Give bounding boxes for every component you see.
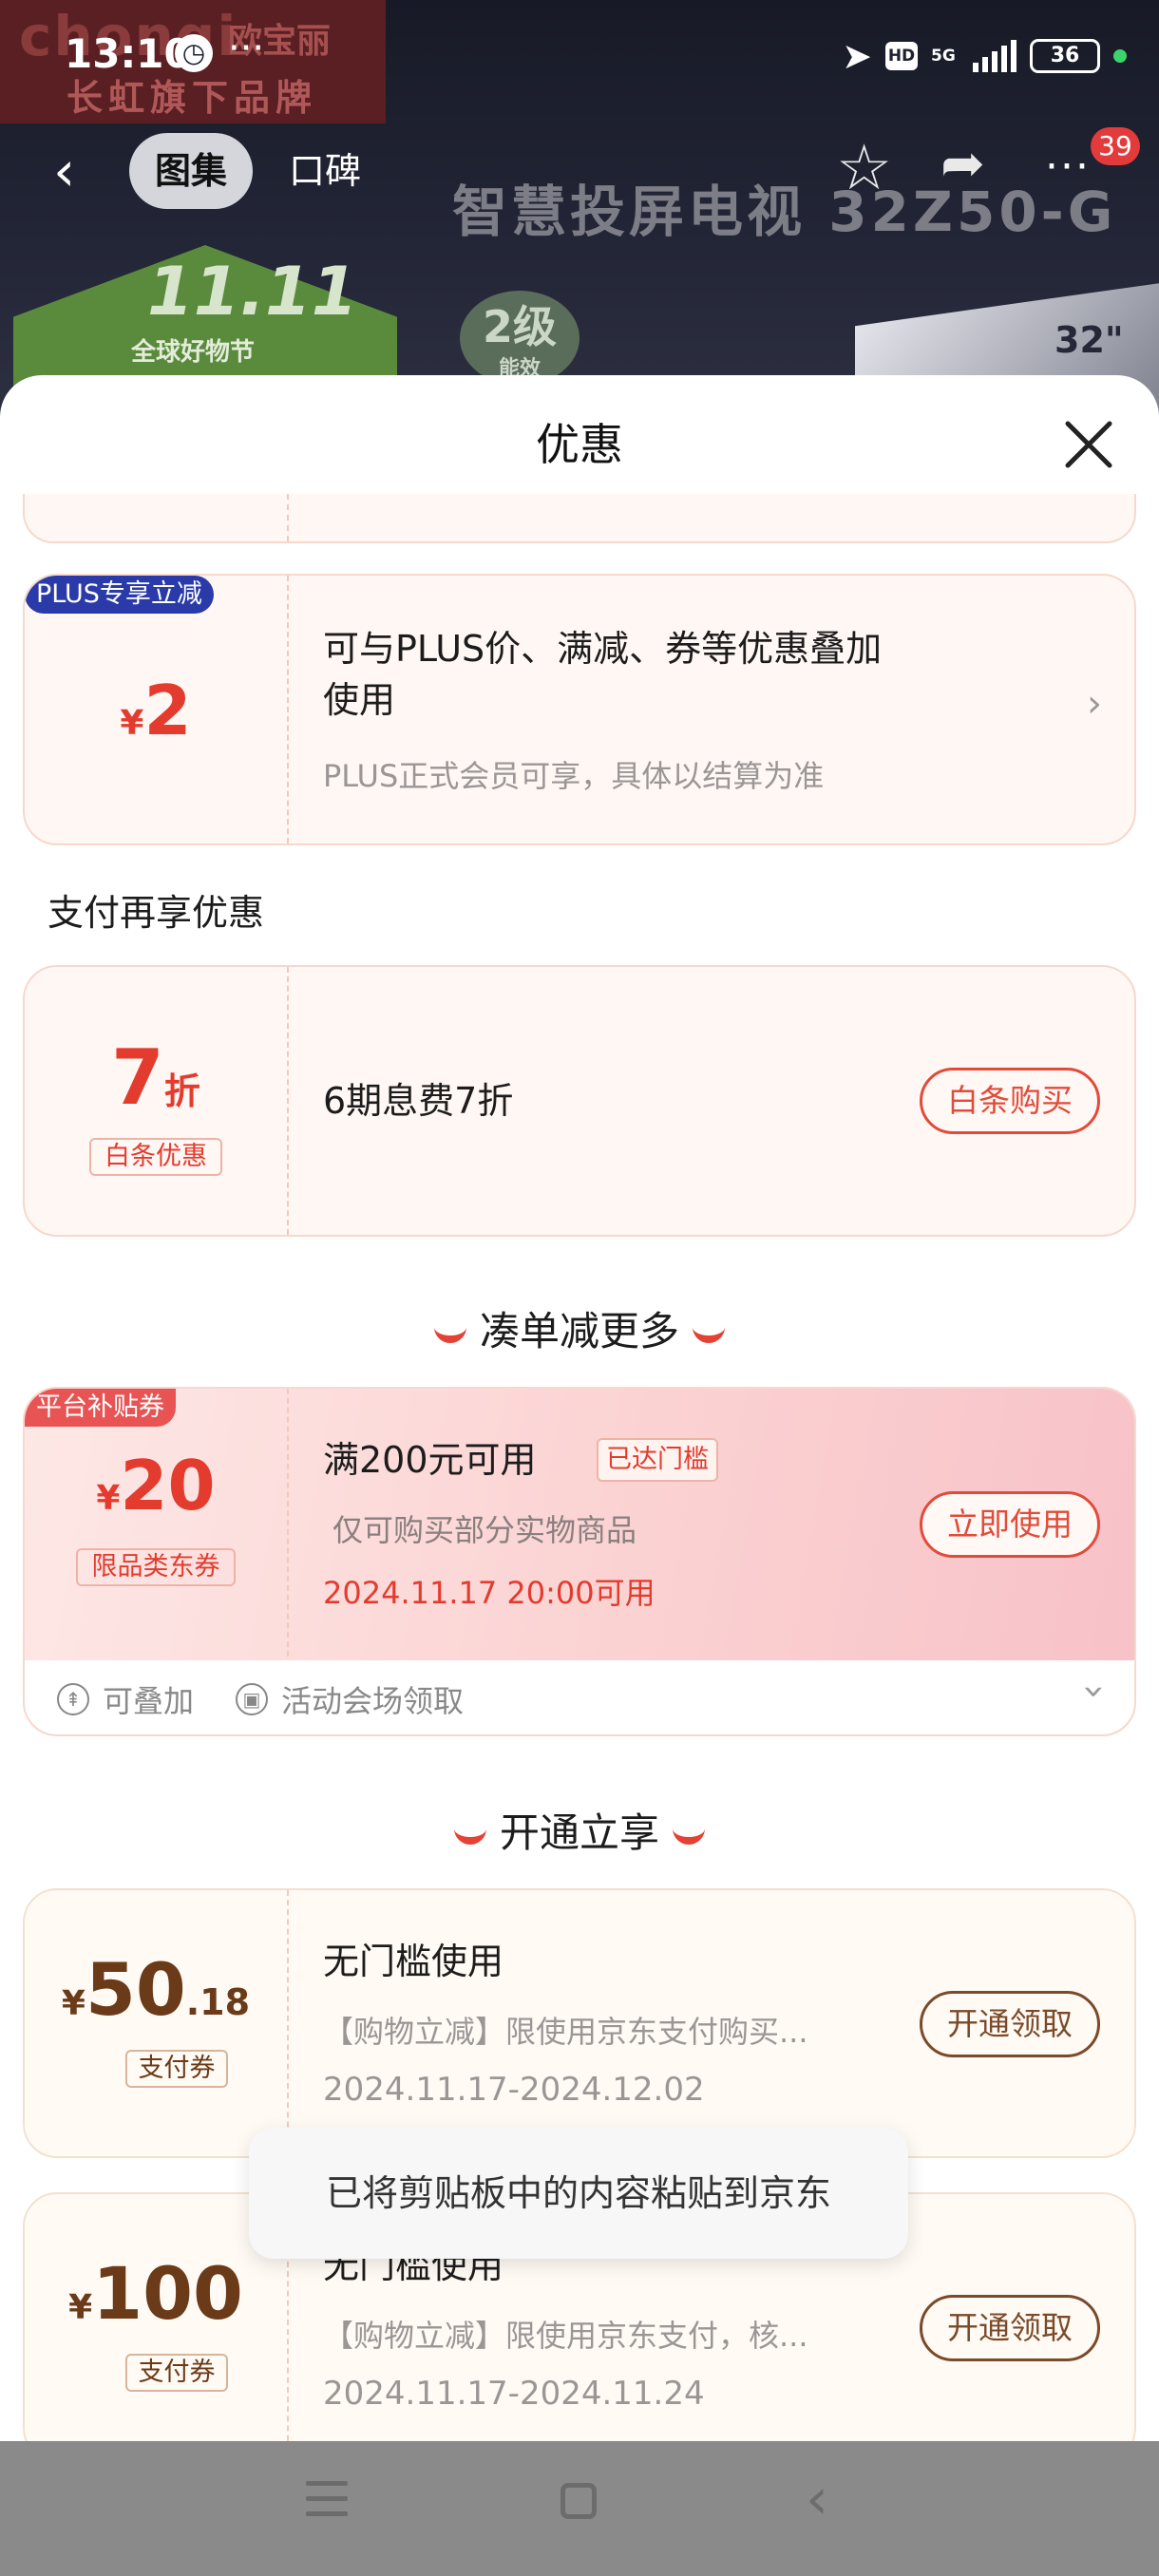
baitiao-tag: 白条优惠 — [89, 1138, 222, 1176]
tv-size-label: 32" — [1054, 319, 1124, 361]
baitiao-discount: 7折 — [111, 1033, 200, 1122]
network-type: 5G — [931, 47, 956, 66]
use-now-button[interactable]: 立即使用 — [920, 1491, 1100, 1558]
source-label: ▣ 活动会场领取 — [236, 1677, 464, 1721]
coupon-date: 2024.11.17-2024.11.24 — [323, 2375, 705, 2413]
coupon-desc: 【购物立减】限使用京东支付，核... — [323, 2318, 808, 2354]
home-icon[interactable] — [560, 2483, 597, 2519]
coupon-amount: ¥50.18 — [61, 1947, 251, 2032]
platform-time: 2024.11.17 20:00可用 — [323, 1575, 656, 1611]
sheet-title: 优惠 — [536, 419, 623, 470]
clipboard-toast: 已将剪贴板中的内容粘贴到京东 — [249, 2128, 908, 2259]
platform-tag: 平台补贴券 — [25, 1389, 176, 1427]
chevron-right-icon[interactable]: › — [1087, 682, 1102, 726]
hero-title: 智慧投屏电视 32Z50-G — [452, 180, 1117, 244]
stackable-label: ⇞ 可叠加 — [57, 1677, 194, 1721]
baitiao-card[interactable]: 7折 白条优惠 6期息费7折 白条购买 — [23, 965, 1136, 1237]
stack-icon: ⇞ — [57, 1683, 89, 1715]
tab-gallery[interactable]: 图集 — [129, 133, 253, 209]
baitiao-desc: 6期息费7折 — [323, 1080, 514, 1122]
back-arrow-icon[interactable]: ‹ — [53, 142, 75, 199]
location-icon: ➤ — [842, 35, 872, 77]
platform-type-tag: 限品类东券 — [76, 1548, 236, 1586]
plus-tag: PLUS专享立减 — [25, 576, 214, 614]
coupon-type-tag: 支付券 — [125, 2050, 228, 2088]
more-icon[interactable]: ··· — [1045, 142, 1091, 191]
baitiao-buy-button[interactable]: 白条购买 — [920, 1068, 1100, 1134]
privacy-dot-icon — [1113, 49, 1127, 63]
alarm-icon: ◷ — [175, 34, 213, 72]
coupon-type-tag: 支付券 — [125, 2354, 228, 2392]
smile-icon — [453, 1828, 486, 1845]
signal-icon — [973, 40, 1016, 72]
venue-icon: ▣ — [236, 1683, 268, 1715]
open-claim-button[interactable]: 开通领取 — [920, 1991, 1100, 2057]
open-section-title: 开通立享 — [0, 1801, 1159, 1859]
recent-apps-icon[interactable] — [306, 2481, 348, 2519]
festival-number: 11.11 — [147, 253, 358, 331]
plus-desc-line2: 使用 — [323, 679, 396, 721]
energy-badge: 2级 能效 — [460, 291, 580, 386]
smile-icon — [693, 1326, 725, 1343]
hd-icon: HD — [885, 42, 918, 70]
status-bar: 13:10 ◷ ··· ➤ HD 5G 36 — [0, 0, 1159, 109]
coupon-title: 无门槛使用 — [323, 1941, 504, 1982]
pay-section-title: 支付再享优惠 — [48, 892, 265, 934]
pay-coupon-card[interactable]: ¥50.18 支付券 无门槛使用 【购物立减】限使用京东支付购买... 2024… — [23, 1888, 1136, 2158]
tab-reviews[interactable]: 口碑 — [268, 133, 382, 209]
smile-icon — [433, 1326, 466, 1343]
coupon-desc: 【购物立减】限使用京东支付购买... — [323, 2014, 808, 2050]
share-icon[interactable]: ➦ — [940, 133, 985, 195]
message-count-badge: 39 — [1091, 127, 1140, 165]
coupon-amount: ¥100 — [68, 2251, 243, 2336]
combo-section-title: 凑单减更多 — [0, 1299, 1159, 1357]
partial-coupon-card — [23, 494, 1136, 543]
platform-desc: 仅可购买部分实物商品 — [332, 1512, 637, 1548]
nav-back-icon[interactable]: ‹ — [806, 2466, 828, 2532]
more-notifications-icon: ··· — [228, 27, 265, 70]
chevron-down-icon[interactable]: › — [1073, 1684, 1116, 1699]
system-nav-bar: ‹ — [0, 2441, 1159, 2576]
plus-amount: ¥2 — [120, 671, 192, 750]
battery-icon: 36 — [1030, 39, 1100, 73]
platform-coupon-card[interactable]: 平台补贴券 ¥20 限品类东券 满200元可用 已达门槛 仅可购买部分实物商品 … — [23, 1387, 1136, 1736]
plus-discount-card[interactable]: PLUS专享立减 ¥2 可与PLUS价、满减、券等优惠叠加 使用 PLUS正式会… — [23, 574, 1136, 845]
open-claim-button[interactable]: 开通领取 — [920, 2295, 1100, 2361]
favorite-star-icon[interactable]: ☆ — [836, 131, 892, 204]
close-icon[interactable] — [1060, 416, 1117, 473]
coupon-date: 2024.11.17-2024.12.02 — [323, 2071, 705, 2109]
smile-icon — [673, 1828, 705, 1845]
reached-threshold-tag: 已达门槛 — [597, 1438, 718, 1482]
plus-desc-line1: 可与PLUS价、满减、券等优惠叠加 — [323, 628, 883, 670]
plus-note: PLUS正式会员可享，具体以结算为准 — [323, 758, 825, 794]
status-time: 13:10 — [65, 30, 192, 77]
festival-text: 全球好物节 — [131, 338, 256, 367]
platform-title: 满200元可用 — [323, 1439, 537, 1481]
platform-amount: ¥20 — [96, 1446, 216, 1525]
